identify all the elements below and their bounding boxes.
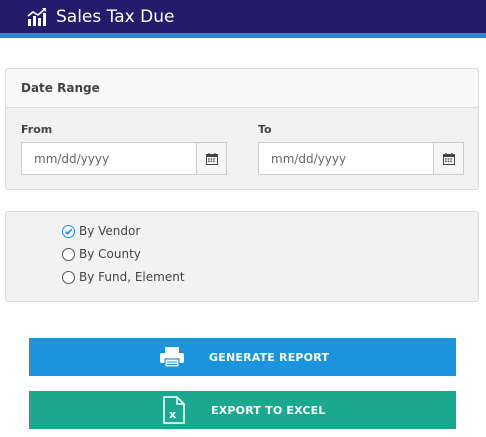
radio-label: By Fund, Element	[79, 270, 185, 284]
from-date-field	[21, 142, 227, 175]
from-date-input[interactable]	[22, 143, 196, 174]
excel-file-icon: x	[163, 391, 185, 429]
generate-report-button[interactable]: GENERATE REPORT	[29, 338, 456, 376]
chart-trend-icon	[27, 7, 47, 27]
export-to-excel-label: EXPORT TO EXCEL	[211, 403, 326, 417]
radio-unchecked-icon	[62, 270, 75, 284]
from-calendar-button[interactable]	[196, 143, 226, 174]
from-label: From	[21, 123, 53, 136]
group-by-panel: By Vendor By County By Fund, Element	[5, 211, 479, 302]
date-range-panel: Date Range From To	[5, 68, 479, 190]
to-date-field	[258, 142, 464, 175]
calendar-icon	[442, 152, 455, 165]
radio-by-vendor[interactable]: By Vendor	[62, 224, 140, 238]
to-label: To	[258, 123, 272, 136]
radio-by-fund-element[interactable]: By Fund, Element	[62, 270, 185, 284]
radio-label: By County	[79, 247, 141, 261]
printer-icon	[159, 338, 185, 376]
to-calendar-button[interactable]	[433, 143, 463, 174]
app-header: Sales Tax Due	[0, 0, 486, 38]
date-range-heading: Date Range	[6, 69, 478, 108]
radio-checked-icon	[62, 224, 75, 238]
generate-report-label: GENERATE REPORT	[209, 350, 330, 364]
calendar-icon	[205, 152, 218, 165]
page-title: Sales Tax Due	[56, 6, 175, 27]
radio-unchecked-icon	[62, 247, 75, 261]
export-to-excel-button[interactable]: x EXPORT TO EXCEL	[29, 391, 456, 429]
to-date-input[interactable]	[259, 143, 433, 174]
radio-label: By Vendor	[79, 224, 141, 238]
radio-by-county[interactable]: By County	[62, 247, 141, 261]
svg-text:x: x	[169, 408, 176, 421]
